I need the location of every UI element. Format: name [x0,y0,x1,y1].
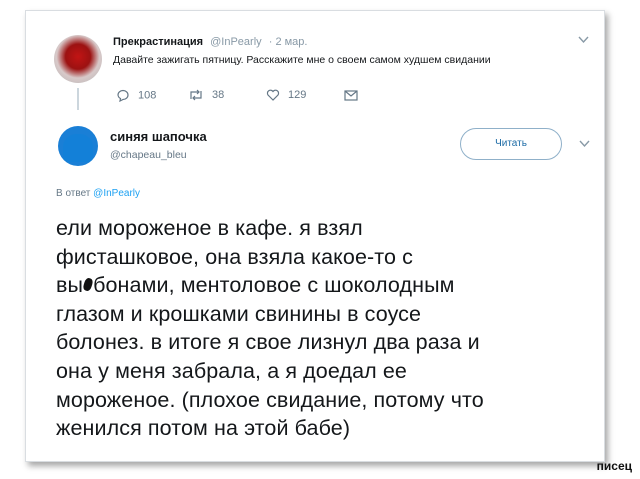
like-count: 129 [288,89,307,101]
author-handle[interactable]: @chapeau_bleu [110,149,187,161]
retweet-count: 38 [212,89,225,101]
message-button[interactable] [344,89,366,101]
tweet-date[interactable]: · 2 мар. [269,36,308,48]
reply-button[interactable]: 108 [116,89,157,103]
tweet-header: Прекрастинация @InPearly · 2 мар. [113,36,307,48]
like-button[interactable]: 129 [266,89,306,101]
reply-icon [117,89,129,103]
reply-to-link[interactable]: @InPearly [93,188,140,199]
text-fragment: бонами, ментоловое с шоколодным [93,273,455,298]
retweet-button[interactable]: 38 [188,89,224,101]
chevron-down-icon[interactable] [579,139,590,151]
tweet-text: ели мороженое в кафе. я взял фисташковое… [56,214,604,443]
text-line: ели мороженое в кафе. я взял [56,216,363,240]
author-handle[interactable]: @InPearly [210,36,262,48]
tweet-card: Прекрастинация @InPearly · 2 мар. Давайт… [25,10,605,462]
envelope-icon [344,89,358,101]
text-line: мороженое. (плохое свидание, потому что [56,387,484,412]
text-fragment: вы [56,273,84,298]
text-line: глазом и крошками свинины в соусе [56,301,422,326]
avatar[interactable] [58,126,98,166]
text-line: вы бонами, ментоловое с шоколодным [56,271,604,300]
author-name[interactable]: Прекрастинация [113,36,203,48]
text-line: она у меня забрала, а я доедал ее [56,358,407,383]
text-line: женился потом на этой бабе) [56,416,351,441]
retweet-icon [190,89,202,101]
watermark: писец [596,459,632,473]
author-name[interactable]: синяя шапочка [110,129,207,144]
thread-line [77,88,79,110]
reply-prefix: В ответ [56,188,91,199]
text-line: болонез. в итоге я свое лизнул два раза … [56,330,480,355]
follow-button[interactable]: Читать [460,128,562,160]
reply-context: В ответ @InPearly [56,188,140,199]
reply-count: 108 [138,89,157,102]
tweet-text: Давайте зажигать пятницу. Расскажите мне… [113,54,491,66]
avatar[interactable] [54,35,102,83]
heart-icon [266,89,280,101]
chevron-down-icon[interactable] [578,35,589,47]
text-line: фисташковое, она взяла какое-то с [56,244,413,269]
